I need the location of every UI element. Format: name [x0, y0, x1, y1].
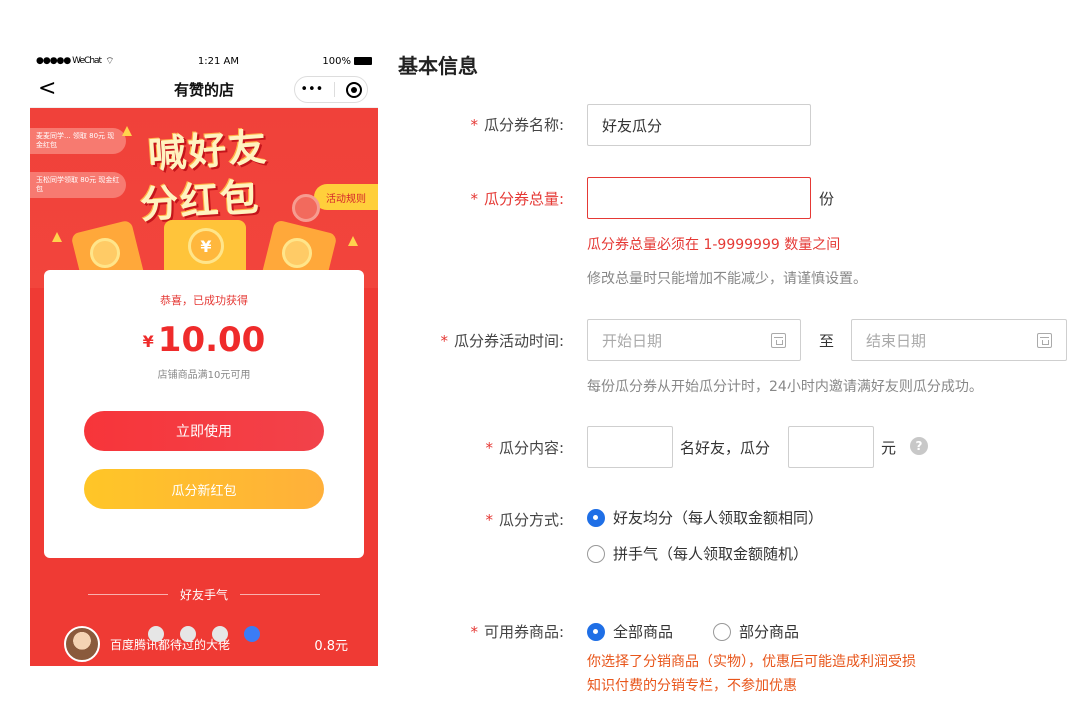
sparkle-icon [122, 126, 132, 136]
coupon-name-input[interactable] [587, 104, 811, 146]
pager-dot-active[interactable] [244, 626, 260, 642]
split-content-label: * 瓜分内容: [485, 439, 564, 457]
avatar-coin-icon [90, 238, 120, 268]
amount-value: 10.00 [157, 320, 266, 360]
rules-button[interactable]: 活动规则 [314, 184, 378, 210]
friend-amount: 0.8元 [314, 638, 348, 654]
radio-unchecked-icon [587, 544, 605, 563]
battery-label: 100% [322, 55, 351, 67]
more-icon[interactable]: ••• [300, 82, 323, 97]
end-date-picker[interactable]: 结束日期 [851, 319, 1067, 361]
time-hint: 每份瓜分券从开始瓜分计时，24小时内邀请满好友则瓜分成功。 [587, 379, 983, 395]
carrier-label: ●●●●● WeChat [36, 56, 102, 66]
status-time: 1:21 AM [197, 55, 239, 67]
section-title: 基本信息 [398, 54, 478, 78]
close-miniprogram-icon[interactable] [345, 81, 362, 98]
help-icon[interactable]: ? [910, 437, 928, 455]
friends-split-text: 名好友，瓜分 [680, 439, 771, 457]
capsule-divider [334, 82, 335, 97]
goods-partial-radio[interactable]: 部分商品 [713, 621, 799, 642]
sparkle-icon [348, 236, 358, 246]
end-date-placeholder: 结束日期 [866, 331, 927, 350]
page-title: 有赞的店 [173, 81, 234, 99]
avatar-coin-icon [282, 238, 312, 268]
coupon-total-input[interactable] [587, 177, 811, 219]
pager-dot[interactable] [148, 626, 164, 642]
method-random-radio[interactable]: 拼手气（每人领取金额随机） [587, 543, 808, 564]
phone-preview: ●●●●● WeChat ⌔ 1:21 AM 100% < 有赞的店 ••• 麦麦… [30, 50, 378, 666]
usable-goods-label: * 可用券商品: [470, 623, 564, 641]
usage-condition: 店铺商品满10元可用 [157, 370, 251, 381]
battery-icon [354, 56, 372, 65]
back-icon[interactable]: < [38, 76, 56, 101]
reward-amount: ¥10.00 [44, 320, 364, 360]
friends-luck-title: 好友手气 [30, 586, 378, 603]
activity-time-label: * 瓜分券活动时间: [440, 332, 564, 350]
calendar-icon [771, 332, 786, 348]
date-range-separator: 至 [819, 332, 835, 350]
coupon-name-label: * 瓜分券名称: [470, 116, 564, 134]
currency-symbol: ¥ [142, 332, 154, 351]
mini-program-capsule: ••• [294, 76, 368, 103]
goods-all-radio[interactable]: 全部商品 [587, 621, 673, 642]
total-error-message: 瓜分券总量必须在 1-9999999 数量之间 [587, 237, 841, 253]
amount-unit: 元 [881, 439, 897, 457]
wifi-icon: ⌔ [105, 55, 115, 67]
avatar [64, 626, 100, 662]
goods-warning-2: 知识付费的分销专栏，不参加优惠 [587, 678, 797, 694]
avatar-coin-icon [292, 194, 320, 222]
goods-warning-1: 你选择了分销商品（实物），优惠后可能造成利润受损 [587, 654, 916, 670]
ticker-item: 麦麦同学... 领取 80元 现金红包 [30, 128, 126, 154]
ticker-item: 玉松同学领取 80元 现金红包 [30, 172, 126, 198]
total-unit: 份 [819, 190, 835, 208]
coupon-total-label: * 瓜分券总量: [470, 190, 564, 208]
split-amount-input[interactable] [788, 426, 874, 468]
sparkle-icon [52, 232, 62, 242]
friends-count-input[interactable] [587, 426, 673, 468]
radio-checked-icon [587, 508, 605, 527]
pager-dot[interactable] [180, 626, 196, 642]
method-equal-radio[interactable]: 好友均分（每人领取金额相同） [587, 507, 823, 528]
pager-dot[interactable] [212, 626, 228, 642]
radio-checked-icon [587, 622, 605, 641]
split-method-label: * 瓜分方式: [485, 511, 564, 529]
carousel-pager [148, 626, 260, 642]
calendar-icon [1037, 332, 1052, 348]
use-now-button[interactable]: 立即使用 [84, 411, 324, 451]
hero-banner: 麦麦同学... 领取 80元 现金红包 玉松同学领取 80元 现金红包 喊好友 … [30, 108, 378, 288]
start-date-placeholder: 开始日期 [602, 331, 663, 350]
total-hint: 修改总量时只能增加不能减少，请谨慎设置。 [587, 271, 867, 287]
start-date-picker[interactable]: 开始日期 [587, 319, 801, 361]
status-bar: ●●●●● WeChat ⌔ 1:21 AM 100% [30, 50, 378, 72]
reward-card: 恭喜，已成功获得 ¥10.00 店铺商品满10元可用 立即使用 瓜分新红包 [44, 270, 364, 558]
congrats-text: 恭喜，已成功获得 [160, 294, 248, 307]
yen-coin-icon: ¥ [188, 228, 224, 264]
radio-unchecked-icon [713, 622, 731, 641]
split-new-button[interactable]: 瓜分新红包 [84, 469, 324, 509]
nav-bar: < 有赞的店 ••• [30, 72, 378, 108]
